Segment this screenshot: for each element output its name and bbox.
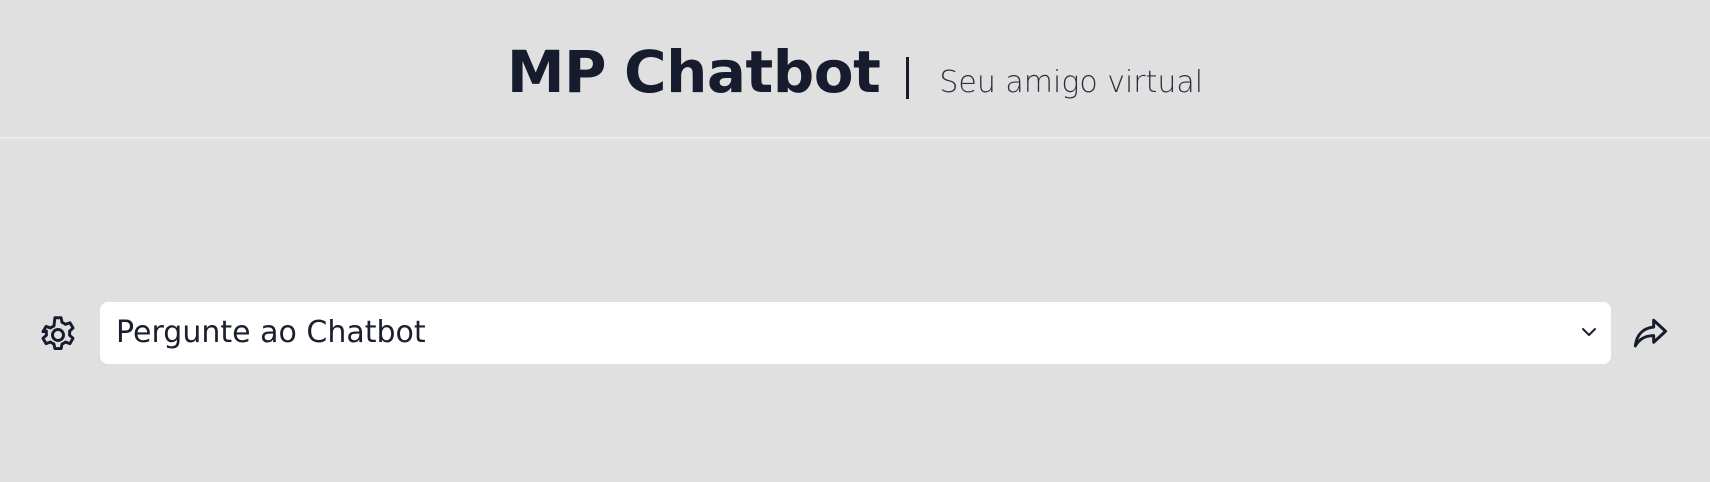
- app-header: MP Chatbot Seu amigo virtual: [0, 0, 1710, 139]
- gear-icon: [41, 316, 75, 351]
- brand: MP Chatbot Seu amigo virtual: [0, 38, 1710, 106]
- app-title: MP Chatbot: [506, 38, 881, 106]
- app-title-bold: MP: [506, 38, 607, 106]
- chevron-down-icon: [1582, 328, 1596, 336]
- query-select-value: Pergunte ao Chatbot: [116, 315, 426, 350]
- query-bar: Pergunte ao Chatbot: [0, 302, 1710, 364]
- query-select[interactable]: Pergunte ao Chatbot: [100, 302, 1611, 364]
- share-arrow-icon: [1633, 318, 1668, 348]
- app-subtitle: Seu amigo virtual: [939, 65, 1204, 100]
- title-separator: [906, 57, 910, 99]
- settings-button[interactable]: [36, 313, 80, 357]
- send-button[interactable]: [1628, 312, 1672, 356]
- app-title-regular: Chatbot: [624, 38, 881, 106]
